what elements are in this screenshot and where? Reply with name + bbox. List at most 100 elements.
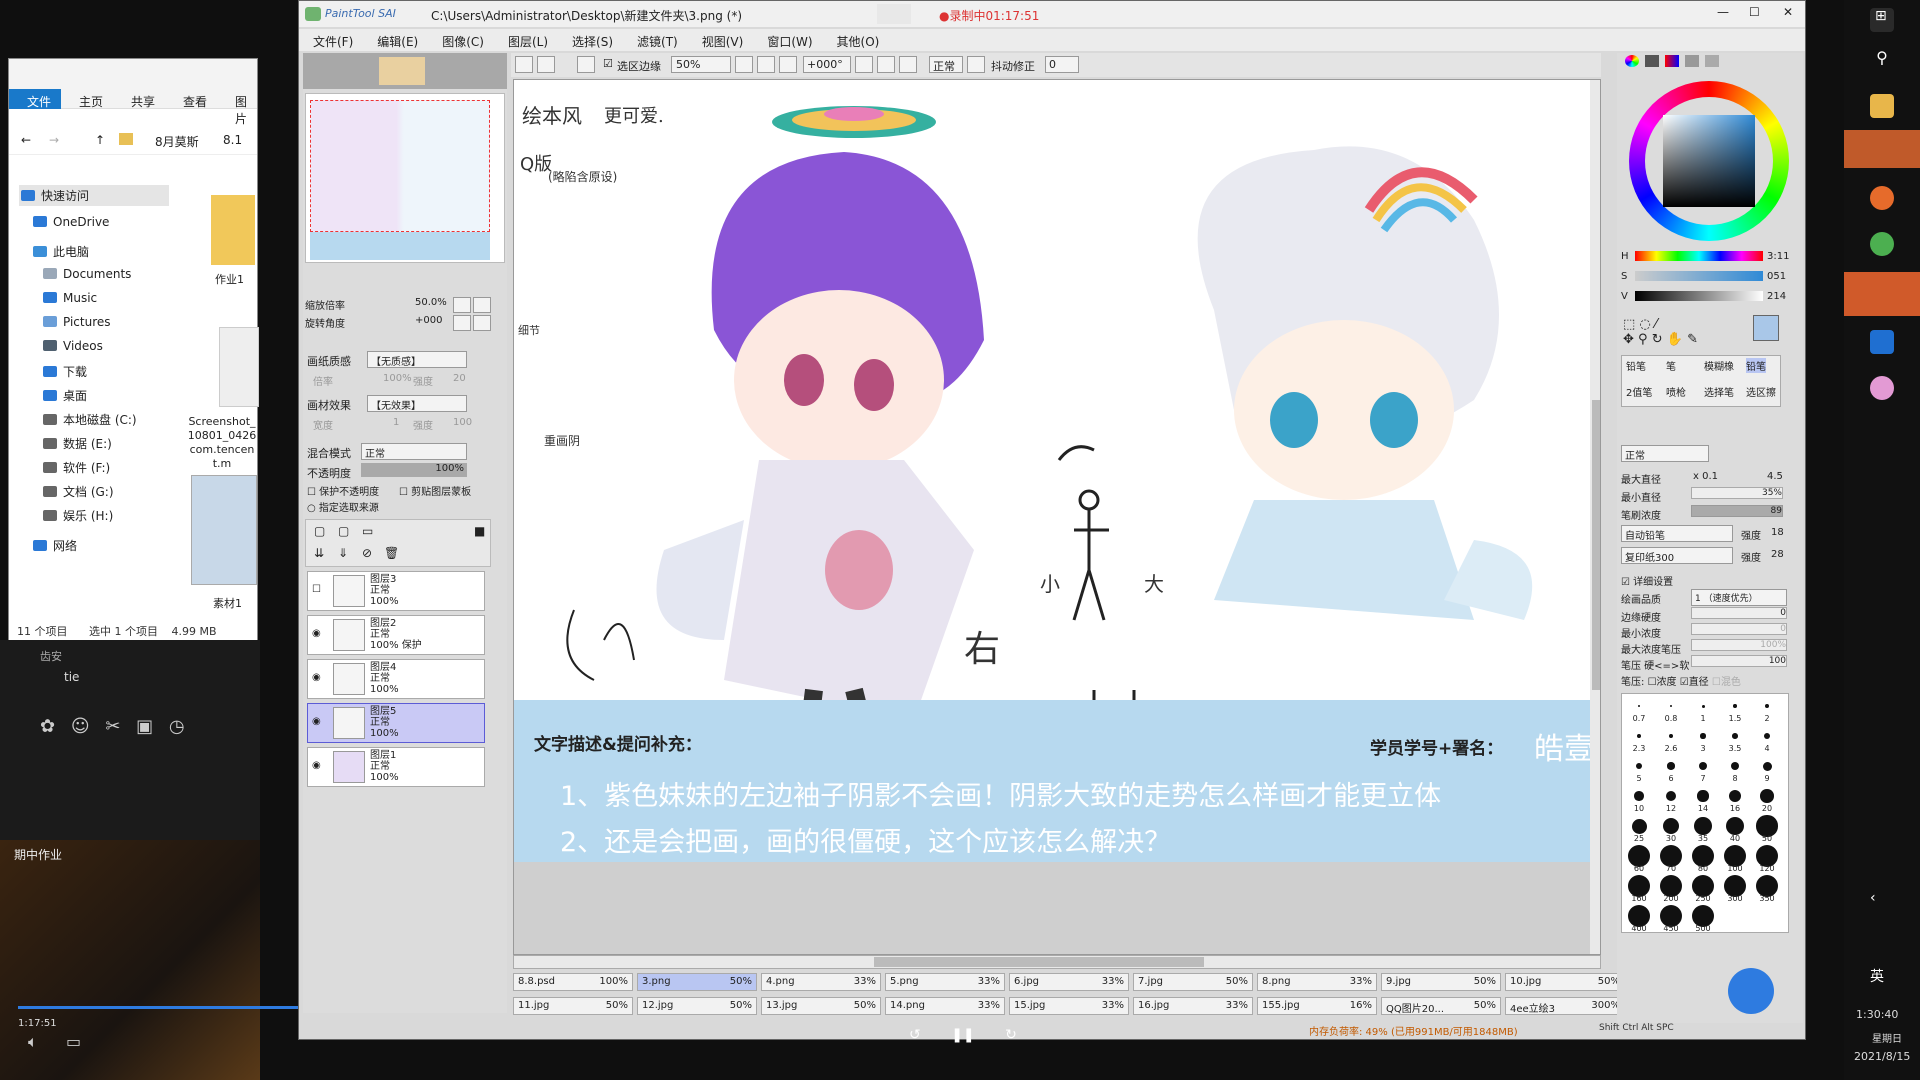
zoom-select[interactable]: 50%: [671, 56, 731, 73]
tree-this-pc[interactable]: 此电脑: [33, 243, 89, 260]
hand-icon[interactable]: ✋: [1667, 332, 1683, 347]
breadcrumb-2[interactable]: 8.1: [223, 133, 242, 147]
brush-size-cell[interactable]: 2.6: [1656, 726, 1686, 754]
forward-arrow-icon[interactable]: →: [49, 133, 59, 147]
zoom-out-icon[interactable]: [453, 297, 471, 313]
rotate-left-button[interactable]: [855, 56, 873, 73]
layer-mask-icon[interactable]: ■: [474, 524, 485, 538]
screenshot-thumbnail[interactable]: [219, 327, 259, 407]
document-tab[interactable]: 9.jpg 50%: [1381, 973, 1501, 991]
address-bar[interactable]: ← → ↑ 8月莫斯 8.1: [9, 127, 257, 155]
clip-mask-checkbox[interactable]: ☐ 剪贴图层蒙板: [399, 483, 471, 498]
menu-window[interactable]: 窗口(W): [767, 33, 812, 50]
brush-size-cell[interactable]: 9: [1752, 756, 1782, 784]
effect-select[interactable]: 【无效果】: [367, 395, 467, 412]
brush-size-cell[interactable]: 7: [1688, 756, 1718, 784]
brush-size-cell[interactable]: 10: [1624, 786, 1654, 814]
brush-size-cell[interactable]: 200: [1656, 875, 1686, 904]
v-value[interactable]: 214: [1767, 291, 1786, 302]
brush-size-cell[interactable]: 250: [1688, 875, 1718, 904]
tool-blur[interactable]: 模糊橡: [1704, 358, 1734, 373]
document-tab[interactable]: 4ee立绘3 300%: [1505, 997, 1625, 1015]
document-tab[interactable]: 7.jpg 50%: [1133, 973, 1253, 991]
brush-shape-select[interactable]: 自动铅笔: [1621, 525, 1733, 542]
tree-music[interactable]: Music: [43, 291, 97, 305]
recorder-icon-active[interactable]: [1844, 272, 1920, 316]
puzzle-icon[interactable]: ✿: [40, 716, 55, 737]
ribbon-tab-home[interactable]: 主页: [79, 93, 103, 110]
trash-icon[interactable]: 🗑︎: [384, 546, 399, 560]
brush-size-cell[interactable]: 35: [1688, 816, 1718, 844]
rotate-select[interactable]: +000°: [803, 56, 851, 73]
brush-size-cell[interactable]: 0.7: [1624, 696, 1654, 724]
clear-layer-icon[interactable]: ⊘: [362, 546, 372, 560]
video-thumbnail[interactable]: [0, 840, 260, 1080]
rotate-right-icon[interactable]: [473, 315, 491, 331]
tool-airbrush[interactable]: 喷枪: [1666, 384, 1686, 399]
document-tab[interactable]: 16.jpg 33%: [1133, 997, 1253, 1015]
layer-item[interactable]: ◉ 图层1 正常 100%: [307, 747, 485, 787]
vertical-scroll-thumb[interactable]: [1592, 400, 1600, 690]
pressure-diameter-checkbox[interactable]: ☑直径: [1680, 677, 1709, 688]
tool-select-eraser[interactable]: 选区擦: [1746, 384, 1776, 399]
horizontal-scrollbar[interactable]: [513, 955, 1601, 969]
volume-icon[interactable]: 🔈︎: [28, 1032, 38, 1052]
brush-size-cell[interactable]: 3: [1688, 726, 1718, 754]
qq-icon-active[interactable]: [1844, 130, 1920, 168]
tool-pen[interactable]: 笔: [1666, 358, 1676, 373]
stabilizer-select[interactable]: 0: [1045, 56, 1079, 73]
document-tab[interactable]: 4.png 33%: [761, 973, 881, 991]
file-name[interactable]: 作业1: [215, 271, 244, 287]
pressure-density-checkbox[interactable]: ☐浓度: [1648, 677, 1677, 688]
tree-desktop[interactable]: 桌面: [43, 387, 87, 404]
file-explorer-icon[interactable]: [1870, 94, 1894, 118]
document-tab[interactable]: 3.png 50%: [637, 973, 757, 991]
hue-slider[interactable]: [1635, 251, 1763, 261]
paper-select[interactable]: 【无质感】: [367, 351, 467, 368]
brush-size-cell[interactable]: 40: [1720, 816, 1750, 844]
deselect-button[interactable]: [577, 56, 595, 73]
eye-icon[interactable]: ◉: [312, 760, 321, 771]
eyedropper-icon[interactable]: ✎: [1687, 332, 1698, 347]
emoji-toolbar[interactable]: ✿ ☺ ✂ ▣ ◷: [40, 716, 185, 737]
zoom-icon[interactable]: ⚲: [1638, 332, 1648, 347]
tree-pictures[interactable]: Pictures: [43, 315, 111, 329]
brush-size-cell[interactable]: 14: [1688, 786, 1718, 814]
eye-icon[interactable]: ◉: [312, 628, 321, 639]
saturation-slider[interactable]: [1635, 271, 1763, 281]
sai-icon[interactable]: [1870, 232, 1894, 256]
ribbon-tab-share[interactable]: 共享: [131, 93, 155, 110]
transfer-down-icon[interactable]: ⇊: [314, 546, 324, 560]
tree-downloads[interactable]: 下载: [43, 363, 87, 380]
file-name[interactable]: 素材1: [213, 595, 242, 611]
magic-wand-icon[interactable]: ⁄: [1655, 317, 1657, 332]
caption-icon[interactable]: ▭: [66, 1032, 81, 1051]
zoom-reset-button[interactable]: [779, 56, 797, 73]
display-mode-select[interactable]: 正常: [929, 56, 963, 73]
value-slider[interactable]: [1635, 291, 1763, 301]
rotate-icon[interactable]: ↻: [1652, 332, 1663, 347]
new-linework-icon[interactable]: ▢: [338, 524, 349, 538]
ribbon-tab-pictures[interactable]: 图片: [235, 93, 257, 127]
chevron-up-icon[interactable]: ‹: [1870, 890, 1876, 906]
tencent-meeting-icon[interactable]: [1870, 330, 1894, 354]
rotate-value[interactable]: +000: [415, 315, 442, 326]
zoom-out-button[interactable]: [735, 56, 753, 73]
effect-width-value[interactable]: 1: [393, 417, 399, 428]
brush-size-cell[interactable]: 3.5: [1720, 726, 1750, 754]
document-tab[interactable]: 11.jpg 50%: [513, 997, 633, 1015]
opacity-slider[interactable]: 100%: [361, 463, 467, 477]
brush-mode-select[interactable]: 正常: [1621, 445, 1709, 462]
min-density-slider[interactable]: 0: [1691, 623, 1787, 635]
folder-icon[interactable]: [211, 195, 255, 265]
move-icon[interactable]: ✥: [1623, 332, 1634, 347]
brush-size-cell[interactable]: 8: [1720, 756, 1750, 784]
maximize-button[interactable]: ☐: [1749, 5, 1760, 19]
paper-scale-value[interactable]: 100%: [383, 373, 412, 384]
max-size-value[interactable]: 4.5: [1767, 471, 1783, 482]
brush-size-cell[interactable]: 4: [1752, 726, 1782, 754]
file-name[interactable]: Screenshot_10801_0426com.tencent.m: [187, 415, 257, 471]
menu-edit[interactable]: 编辑(E): [377, 33, 418, 50]
menu-image[interactable]: 图像(C): [442, 33, 484, 50]
menu-file[interactable]: 文件(F): [313, 33, 353, 50]
